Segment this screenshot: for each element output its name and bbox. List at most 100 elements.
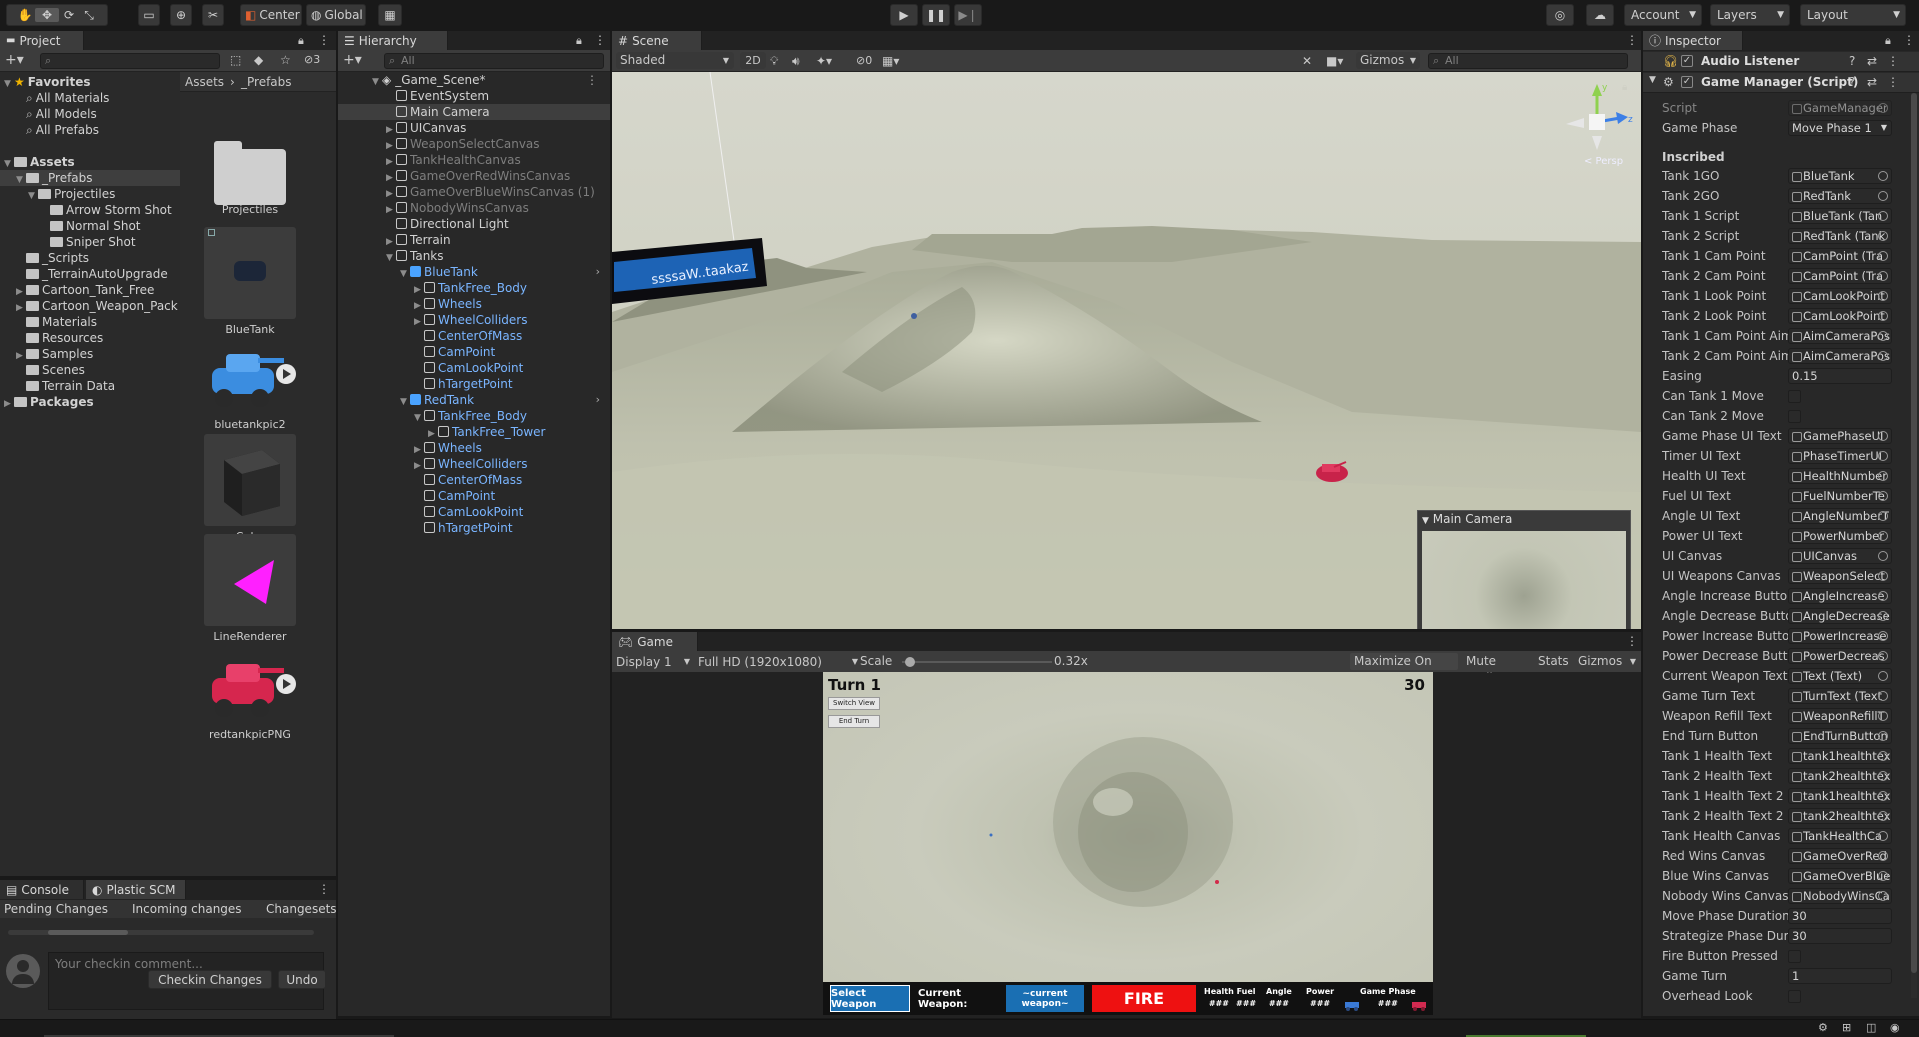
hierarchy-item[interactable]: hTargetPoint — [338, 376, 610, 392]
camera-icon[interactable]: ■▾ — [1326, 54, 1343, 68]
object-picker-icon[interactable] — [1878, 771, 1888, 781]
more-menu-icon[interactable]: ⋮ — [1626, 634, 1638, 648]
object-picker-icon[interactable] — [1878, 251, 1888, 261]
field-object-picker[interactable]: GameManager — [1788, 100, 1892, 116]
object-picker-icon[interactable] — [1878, 491, 1888, 501]
field-checkbox[interactable] — [1788, 990, 1801, 1003]
hierarchy-search-input[interactable]: ⌕ All — [384, 53, 604, 69]
hierarchy-item[interactable]: ▶ Wheels — [338, 440, 610, 456]
object-picker-icon[interactable] — [1878, 831, 1888, 841]
asset-thumbnail[interactable] — [204, 227, 296, 319]
field-object-picker[interactable]: RedTank (Tank — [1788, 228, 1892, 244]
undo-button[interactable]: Undo — [278, 970, 326, 989]
status-icon[interactable]: ◉ — [1890, 1021, 1900, 1034]
filter-label-icon[interactable]: ◆ — [254, 53, 263, 67]
2d-toggle[interactable]: 2D — [740, 52, 766, 69]
field-object-picker[interactable]: WeaponRefillT — [1788, 708, 1892, 724]
field-object-picker[interactable]: PowerNumber — [1788, 528, 1892, 544]
hierarchy-item[interactable]: ▼ ◈ _Game_Scene* ⋮ — [338, 72, 610, 88]
stats-toggle[interactable]: Stats — [1534, 653, 1570, 670]
collapse-triangle-icon[interactable]: ▶ — [4, 396, 14, 412]
perspective-label[interactable]: < Persp — [1584, 156, 1623, 167]
game-manager-enabled-checkbox[interactable]: ✓ — [1681, 76, 1693, 88]
field-object-picker[interactable]: GamePhaseUI — [1788, 428, 1892, 444]
hierarchy-item[interactable]: CenterOfMass — [338, 472, 610, 488]
blue-tank-marker[interactable] — [911, 313, 917, 319]
field-object-picker[interactable]: WeaponSelect — [1788, 568, 1892, 584]
project-tree-item[interactable]: ▶ Cartoon_Tank_Free — [0, 282, 180, 298]
plastic-subtab[interactable]: Incoming changes — [132, 902, 242, 916]
orientation-gizmo[interactable]: y z < Persp — [1558, 80, 1636, 170]
object-picker-icon[interactable] — [1878, 351, 1888, 361]
object-picker-icon[interactable] — [1878, 751, 1888, 761]
field-object-picker[interactable]: FuelNumberTe — [1788, 488, 1892, 504]
shading-dropdown[interactable]: Shaded ▼ — [616, 52, 734, 69]
project-tree-item[interactable]: Terrain Data — [0, 378, 180, 394]
field-object-picker[interactable]: GameOverBlue — [1788, 868, 1892, 884]
more-menu-icon[interactable]: ⋮ — [1903, 33, 1915, 47]
tab-scene[interactable]: # Scene — [612, 31, 702, 50]
object-picker-icon[interactable] — [1878, 451, 1888, 461]
filter-type-icon[interactable]: ⬚ — [230, 53, 241, 67]
project-tree-item[interactable]: Sniper Shot — [0, 234, 180, 250]
object-picker-icon[interactable] — [1878, 591, 1888, 601]
project-tree-item[interactable]: _TerrainAutoUpgrade — [0, 266, 180, 282]
services-icon[interactable]: ◎ — [1546, 4, 1574, 26]
hierarchy-item[interactable]: ▼ TankFree_Body — [338, 408, 610, 424]
cache-icon[interactable]: ◫ — [1866, 1021, 1876, 1034]
audio-icon[interactable]: 🔊︎ — [792, 54, 800, 69]
asset-thumbnail[interactable] — [204, 534, 296, 626]
network-icon[interactable]: ⊞ — [1842, 1021, 1851, 1034]
checkin-changes-button[interactable]: Checkin Changes — [148, 970, 272, 989]
asset-thumbnail[interactable] — [204, 334, 296, 426]
tab-project[interactable]: ▬ Project — [0, 31, 84, 50]
field-checkbox[interactable] — [1788, 410, 1801, 423]
grid-snap-icon[interactable]: ▦ — [378, 4, 402, 26]
rect-tool-icon[interactable]: ▭ — [138, 4, 160, 26]
field-number-input[interactable]: 30 — [1788, 928, 1892, 944]
object-picker-icon[interactable] — [1878, 711, 1888, 721]
effects-icon[interactable]: ✦▾ — [816, 54, 832, 68]
tools-icon[interactable]: ✕ — [1302, 54, 1312, 68]
object-picker-icon[interactable] — [1878, 531, 1888, 541]
breadcrumb-prefabs[interactable]: _Prefabs — [241, 75, 292, 89]
field-object-picker[interactable]: RedTank — [1788, 188, 1892, 204]
transform-all-tool-icon[interactable]: ⊕ — [170, 4, 192, 26]
project-search-input[interactable]: ⌕ — [40, 53, 220, 69]
field-checkbox[interactable] — [1788, 950, 1801, 963]
hierarchy-item[interactable]: CamLookPoint — [338, 360, 610, 376]
display-dropdown[interactable]: Display 1 ▼ — [616, 654, 692, 670]
project-tree-item[interactable]: ▶ Packages — [0, 394, 180, 410]
component-menu-icon[interactable]: ⋮ — [1887, 54, 1899, 68]
fire-button[interactable]: FIRE — [1092, 985, 1196, 1012]
chevron-right-icon[interactable]: › — [596, 392, 600, 408]
hierarchy-item[interactable]: CamLookPoint — [338, 504, 610, 520]
asset-thumbnail[interactable] — [204, 644, 296, 736]
hierarchy-item[interactable]: ▼ RedTank › — [338, 392, 610, 408]
object-picker-icon[interactable] — [1878, 551, 1888, 561]
field-object-picker[interactable]: CamLookPoint — [1788, 308, 1892, 324]
more-menu-icon[interactable]: ⋮ — [586, 72, 598, 88]
hidden-packages-icon[interactable]: ⊘3 — [304, 53, 320, 66]
chevron-right-icon[interactable]: › — [596, 264, 600, 280]
object-picker-icon[interactable] — [1878, 611, 1888, 621]
tab-game[interactable]: 🎮︎ Game — [612, 632, 698, 651]
grid-icon[interactable]: ▦▾ — [882, 54, 899, 68]
collapse-triangle-icon[interactable]: ▼ — [1649, 75, 1656, 85]
object-picker-icon[interactable] — [1878, 691, 1888, 701]
maximize-on-play-toggle[interactable]: Maximize On Play — [1350, 653, 1458, 685]
object-picker-icon[interactable] — [1878, 811, 1888, 821]
hierarchy-item[interactable]: CamPoint — [338, 488, 610, 504]
end-turn-button[interactable]: End Turn — [828, 715, 880, 728]
audio-listener-enabled-checkbox[interactable]: ✓ — [1681, 55, 1693, 67]
object-picker-icon[interactable] — [1878, 291, 1888, 301]
project-tree-item[interactable]: Arrow Storm Shot — [0, 202, 180, 218]
project-tree-item[interactable]: Materials — [0, 314, 180, 330]
audio-listener-header[interactable]: 🎧︎ ✓ Audio Listener ? ⇄ ⋮ — [1643, 52, 1919, 72]
object-picker-icon[interactable] — [1878, 231, 1888, 241]
step-button[interactable]: ▶❘ — [954, 4, 982, 26]
field-object-picker[interactable]: BlueTank — [1788, 168, 1892, 184]
custom-tool-icon[interactable]: ✂ — [202, 4, 224, 26]
hierarchy-item[interactable]: ▶ UICanvas — [338, 120, 610, 136]
project-tree-item[interactable]: ▼ Projectiles — [0, 186, 180, 202]
